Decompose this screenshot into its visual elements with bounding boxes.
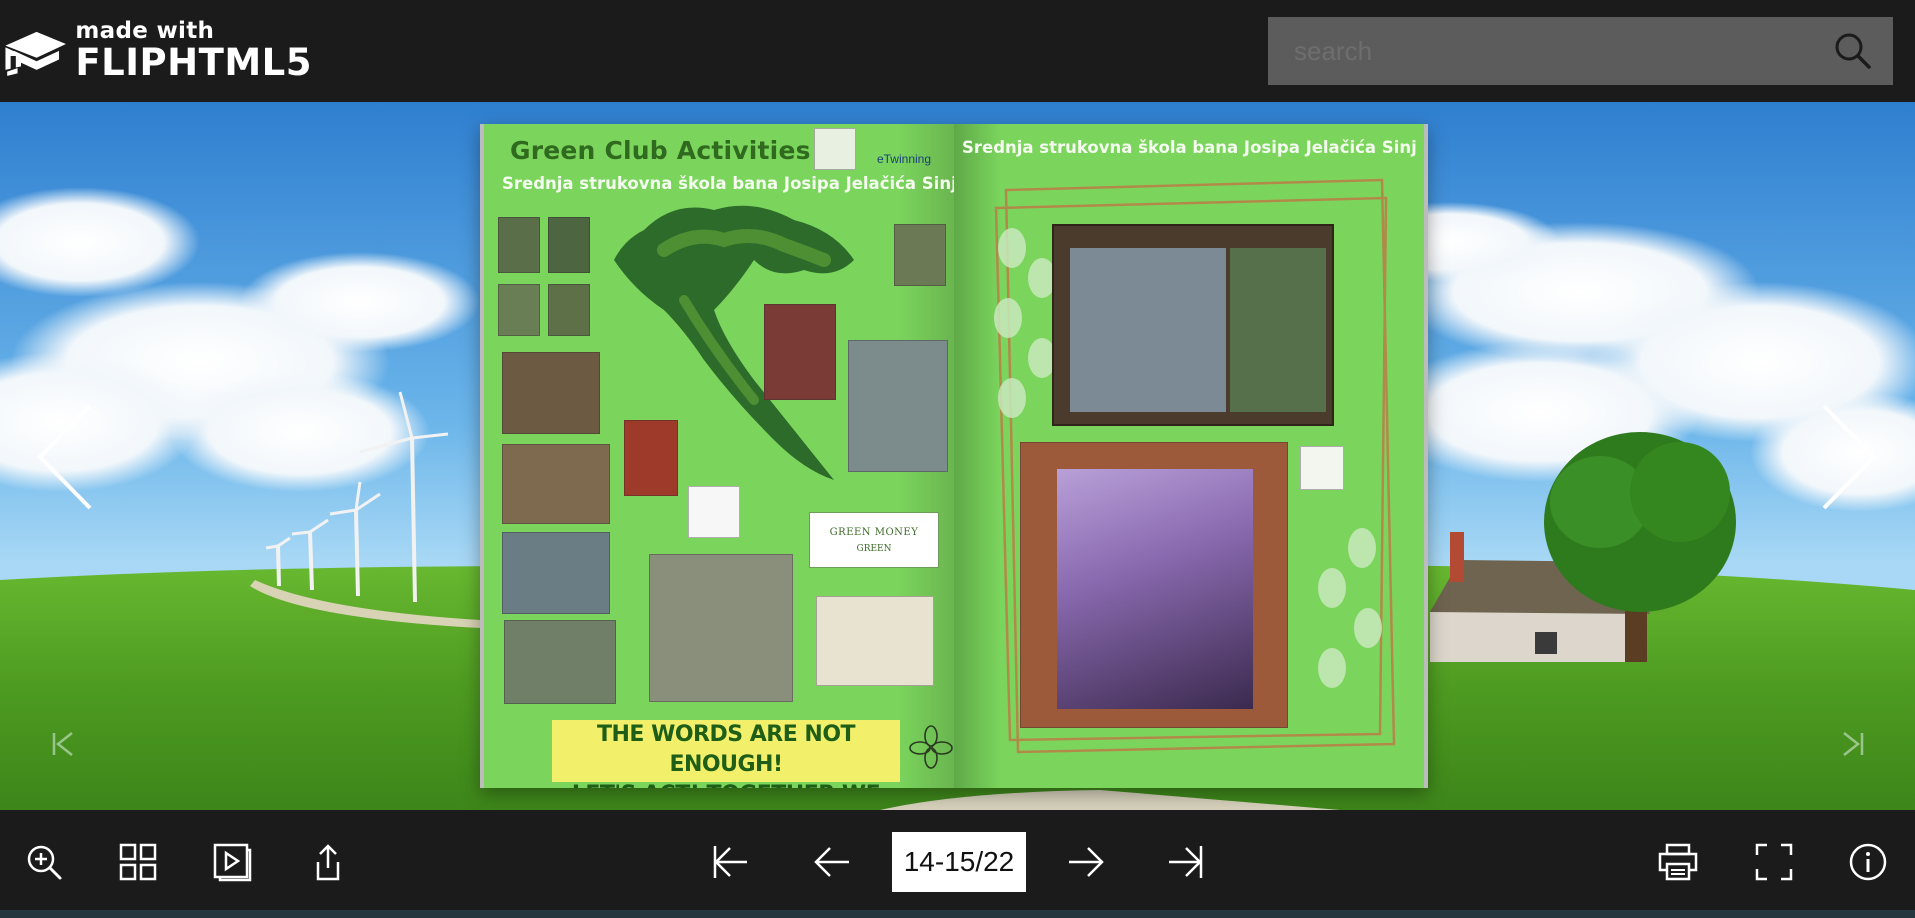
next-page-arrow-icon[interactable] — [1818, 402, 1880, 512]
photo-red-flowers — [624, 420, 678, 496]
search-input[interactable] — [1268, 17, 1813, 85]
autoflip-button[interactable] — [206, 836, 258, 888]
logo-made-with: made with — [75, 17, 215, 44]
zoom-in-icon — [27, 845, 62, 880]
thumbnails-button[interactable] — [112, 836, 164, 888]
photo-red-tree — [764, 304, 836, 400]
top-bar: made with FLIPHTML5 — [0, 0, 1915, 102]
first-page-button[interactable] — [704, 836, 756, 888]
next-page-button[interactable] — [1060, 836, 1112, 888]
sponsor-logo — [688, 486, 740, 538]
fliphtml5-logo[interactable]: made with FLIPHTML5 — [2, 14, 312, 86]
photo-students-trees — [649, 554, 793, 702]
open-book[interactable]: Green Club Activities eTwinning Srednja … — [480, 124, 1428, 788]
book-page-left[interactable]: Green Club Activities eTwinning Srednja … — [480, 124, 954, 788]
book-page-right[interactable]: Srednja strukovna škola bana Josipa Jela… — [954, 124, 1428, 788]
previous-page-button[interactable] — [806, 836, 858, 888]
photo-trees-building — [848, 340, 948, 472]
slogan-banner: THE WORDS ARE NOT ENOUGH! LET'S ACT! TOG… — [552, 720, 900, 788]
arrow-left-icon — [814, 847, 849, 877]
green-money-sub: GREEN — [856, 544, 892, 554]
first-page-small-icon[interactable] — [50, 730, 80, 758]
last-page-small-icon[interactable] — [1836, 730, 1866, 758]
bottom-toolbar: 14-15/22 — [0, 810, 1915, 910]
photo-plant-4 — [548, 284, 590, 336]
page-title: Green Club Activities — [510, 136, 811, 165]
slogan-line-1: THE WORDS ARE NOT ENOUGH! — [596, 722, 856, 777]
skip-to-first-icon — [713, 846, 747, 878]
share-button[interactable] — [302, 836, 354, 888]
green-money-title: GREEN MONEY — [829, 527, 919, 538]
flower-sketch-icon — [909, 725, 953, 769]
graduation-cap-icon — [5, 31, 66, 76]
grid-icon — [119, 843, 157, 881]
search-button[interactable] — [1813, 17, 1893, 85]
photo-planting-trees-frame — [1052, 224, 1334, 426]
slogan-line-2: LET'S ACT! TOGETHER WE ARE STRONG! — [552, 780, 900, 788]
info-button[interactable] — [1842, 836, 1894, 888]
photo-shrub — [502, 352, 600, 434]
prev-page-arrow-icon[interactable] — [34, 402, 96, 512]
bottom-edge-stripe — [0, 910, 1915, 918]
share-icon — [316, 844, 340, 881]
photo-poppy-field-frame — [1020, 442, 1288, 728]
photo-group-outdoors — [502, 532, 610, 614]
print-button[interactable] — [1652, 836, 1704, 888]
map-image — [816, 596, 934, 686]
zoom-in-button[interactable] — [18, 836, 70, 888]
photo-students-park — [504, 620, 616, 704]
photo-young-tree — [1230, 248, 1326, 412]
last-page-button[interactable] — [1160, 836, 1212, 888]
photo-plant-1 — [498, 217, 540, 273]
skip-to-last-icon — [1169, 846, 1203, 878]
school-logo-image — [814, 128, 856, 170]
logo-brand-name: FLIPHTML5 — [75, 40, 312, 84]
arrow-right-icon — [1069, 847, 1104, 877]
photo-planting-trees — [1070, 248, 1226, 412]
search-icon — [1835, 33, 1871, 69]
printer-icon — [1658, 843, 1698, 881]
photo-plant-2 — [548, 217, 590, 273]
photo-planting — [502, 444, 610, 524]
etwinning-logo: eTwinning — [876, 152, 932, 166]
photo-plant-5 — [894, 224, 946, 286]
photo-student-artistic — [1057, 469, 1253, 709]
green-money-card: GREEN MONEY GREEN — [809, 512, 939, 568]
page-number-field[interactable]: 14-15/22 — [892, 832, 1026, 892]
school-logo-image — [1300, 446, 1344, 490]
fullscreen-icon — [1755, 843, 1793, 881]
search-box — [1268, 17, 1893, 85]
school-name-subtitle: Srednja strukovna škola bana Josipa Jela… — [962, 138, 1417, 157]
photo-plant-3 — [498, 284, 540, 336]
fullscreen-button[interactable] — [1748, 836, 1800, 888]
info-icon — [1849, 843, 1887, 881]
play-slideshow-icon — [213, 843, 252, 882]
flipbook-viewer: made with FLIPHTML5 search Green Club Ac… — [0, 0, 1915, 918]
